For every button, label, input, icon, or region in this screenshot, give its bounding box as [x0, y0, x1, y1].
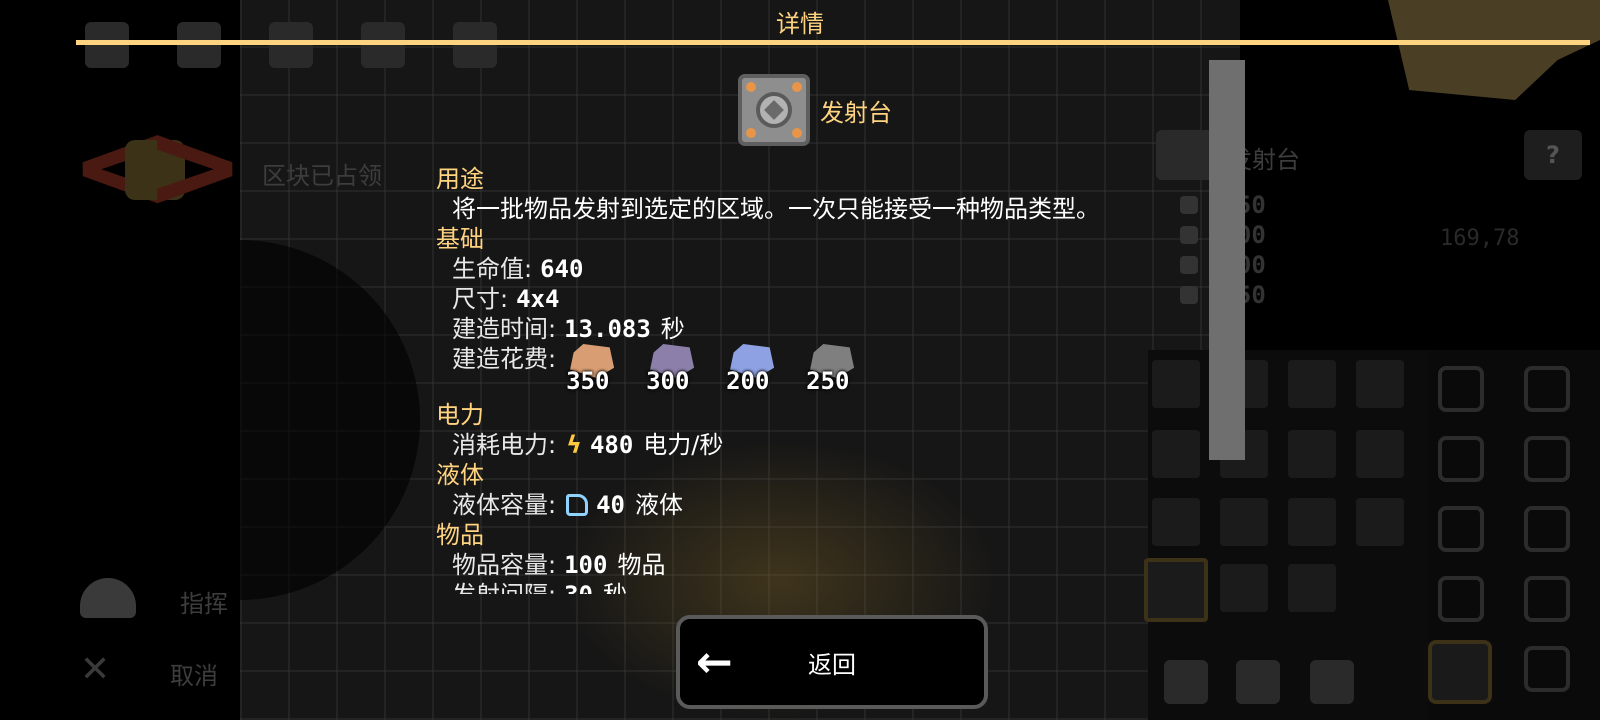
stat-value: 100: [564, 551, 608, 579]
hammer-icon: [1164, 660, 1208, 704]
stats-scrollbar[interactable]: [1209, 60, 1245, 460]
stat-label: 建造花费:: [452, 345, 557, 373]
stat-unit: 物品: [617, 551, 666, 579]
category-bar: [1428, 350, 1600, 720]
stat-label: 液体容量:: [452, 491, 557, 519]
dark-region: [60, 240, 420, 600]
palette-block: [1288, 360, 1336, 408]
stat-power-use: 消耗电力: ϟ 480 电力/秒: [436, 430, 1206, 460]
stat-label: 尺寸:: [452, 285, 509, 313]
palette-block: [1356, 498, 1404, 546]
stat-unit: 电力/秒: [643, 431, 724, 459]
arrow-left-icon: ←: [696, 637, 733, 688]
palette-block: [1288, 564, 1336, 612]
core-status-label: 区块已占领: [262, 162, 382, 190]
expand-icon: [1236, 660, 1280, 704]
cost-list: 350 300 200 250: [566, 344, 876, 400]
section-power-title: 电力: [436, 401, 484, 429]
launch-pad-icon: [738, 74, 810, 146]
stat-value: 640: [540, 255, 584, 283]
stat-label: 物品容量:: [452, 551, 557, 579]
title-divider: [76, 40, 1590, 45]
palette-block: [1288, 430, 1336, 478]
cost-lead: 300: [646, 344, 716, 400]
palette-block: [1288, 498, 1336, 546]
copy-icon: [1310, 660, 1354, 704]
core-indicator: < >: [70, 97, 245, 236]
cancel-label: 取消: [170, 662, 218, 690]
section-purpose-title: 用途: [436, 165, 484, 193]
distribution-category-icon: [1438, 436, 1484, 482]
cost-silicon: 250: [806, 344, 876, 400]
coordinate-readout: 169,78: [1440, 226, 1520, 251]
cost-amount: 200: [726, 367, 770, 395]
section-items-title: 物品: [436, 521, 484, 549]
cost-amount: 350: [566, 367, 610, 395]
stat-value: 13.083: [564, 315, 651, 343]
liquid-category-icon: [1524, 436, 1570, 482]
production-category-icon: [1524, 366, 1570, 412]
units-category-icon: [1524, 576, 1570, 622]
section-liquids-title: 液体: [436, 461, 484, 489]
crafting-category-icon: [1438, 576, 1484, 622]
block-header: 发射台: [738, 74, 892, 146]
power-category-icon: [1438, 506, 1484, 552]
stat-health: 生命值: 640: [436, 254, 1206, 284]
palette-block: [1356, 430, 1404, 478]
stat-unit: 秒: [603, 580, 627, 594]
back-button-label: 返回: [808, 650, 856, 679]
stat-item-capacity: 物品容量: 100 物品: [436, 550, 1206, 580]
liquid-icon: [566, 494, 589, 516]
palette-block: [1220, 498, 1268, 546]
power-icon: ϟ: [566, 431, 582, 459]
stat-value: 40: [596, 491, 625, 519]
purpose-description: 将一批物品发射到选定的区域。一次只能接受一种物品类型。: [452, 195, 1100, 223]
stat-label: 生命值:: [452, 255, 533, 283]
stat-value: 30: [564, 580, 593, 594]
cost-copper: 350: [566, 344, 636, 400]
cost-amount: 300: [646, 367, 690, 395]
stat-label: 建造时间:: [452, 315, 557, 343]
cancel-icon: ✕: [80, 649, 111, 690]
stat-unit: 秒: [660, 315, 685, 343]
stat-liquid-capacity: 液体容量: 40 液体: [436, 490, 1206, 520]
stat-unit: 液体: [635, 491, 683, 519]
back-button[interactable]: ← 返回: [676, 615, 988, 709]
command-label: 指挥: [180, 590, 228, 618]
settings-gear-icon: [1524, 646, 1570, 692]
stat-label: 消耗电力:: [452, 431, 557, 459]
block-name: 发射台: [820, 98, 892, 127]
effect-category-icon: [1428, 640, 1492, 704]
cost-amount: 250: [806, 367, 850, 395]
palette-block: [1220, 564, 1268, 612]
stat-build-time: 建造时间: 13.083 秒: [436, 314, 1206, 344]
stat-size: 尺寸: 4x4: [436, 284, 1206, 314]
defense-category-icon: [1524, 506, 1570, 552]
stat-build-cost: 建造花费: 350 300 200 250: [436, 344, 1206, 400]
palette-block: [1356, 360, 1404, 408]
stat-label: 发射间隔:: [452, 580, 556, 594]
cost-titanium: 200: [726, 344, 796, 400]
stat-value: 4x4: [516, 285, 560, 313]
stat-launch-interval: 发射间隔: 30 秒: [436, 580, 1206, 594]
stats-panel[interactable]: 用途 将一批物品发射到选定的区域。一次只能接受一种物品类型。 基础 生命值: 6…: [436, 164, 1206, 594]
help-button: ?: [1524, 130, 1582, 180]
dialog-title: 详情: [776, 10, 824, 38]
turret-category-icon: [1438, 366, 1484, 412]
command-icon: [80, 578, 136, 618]
section-general-title: 基础: [436, 225, 484, 253]
stat-value: 480: [589, 431, 634, 459]
